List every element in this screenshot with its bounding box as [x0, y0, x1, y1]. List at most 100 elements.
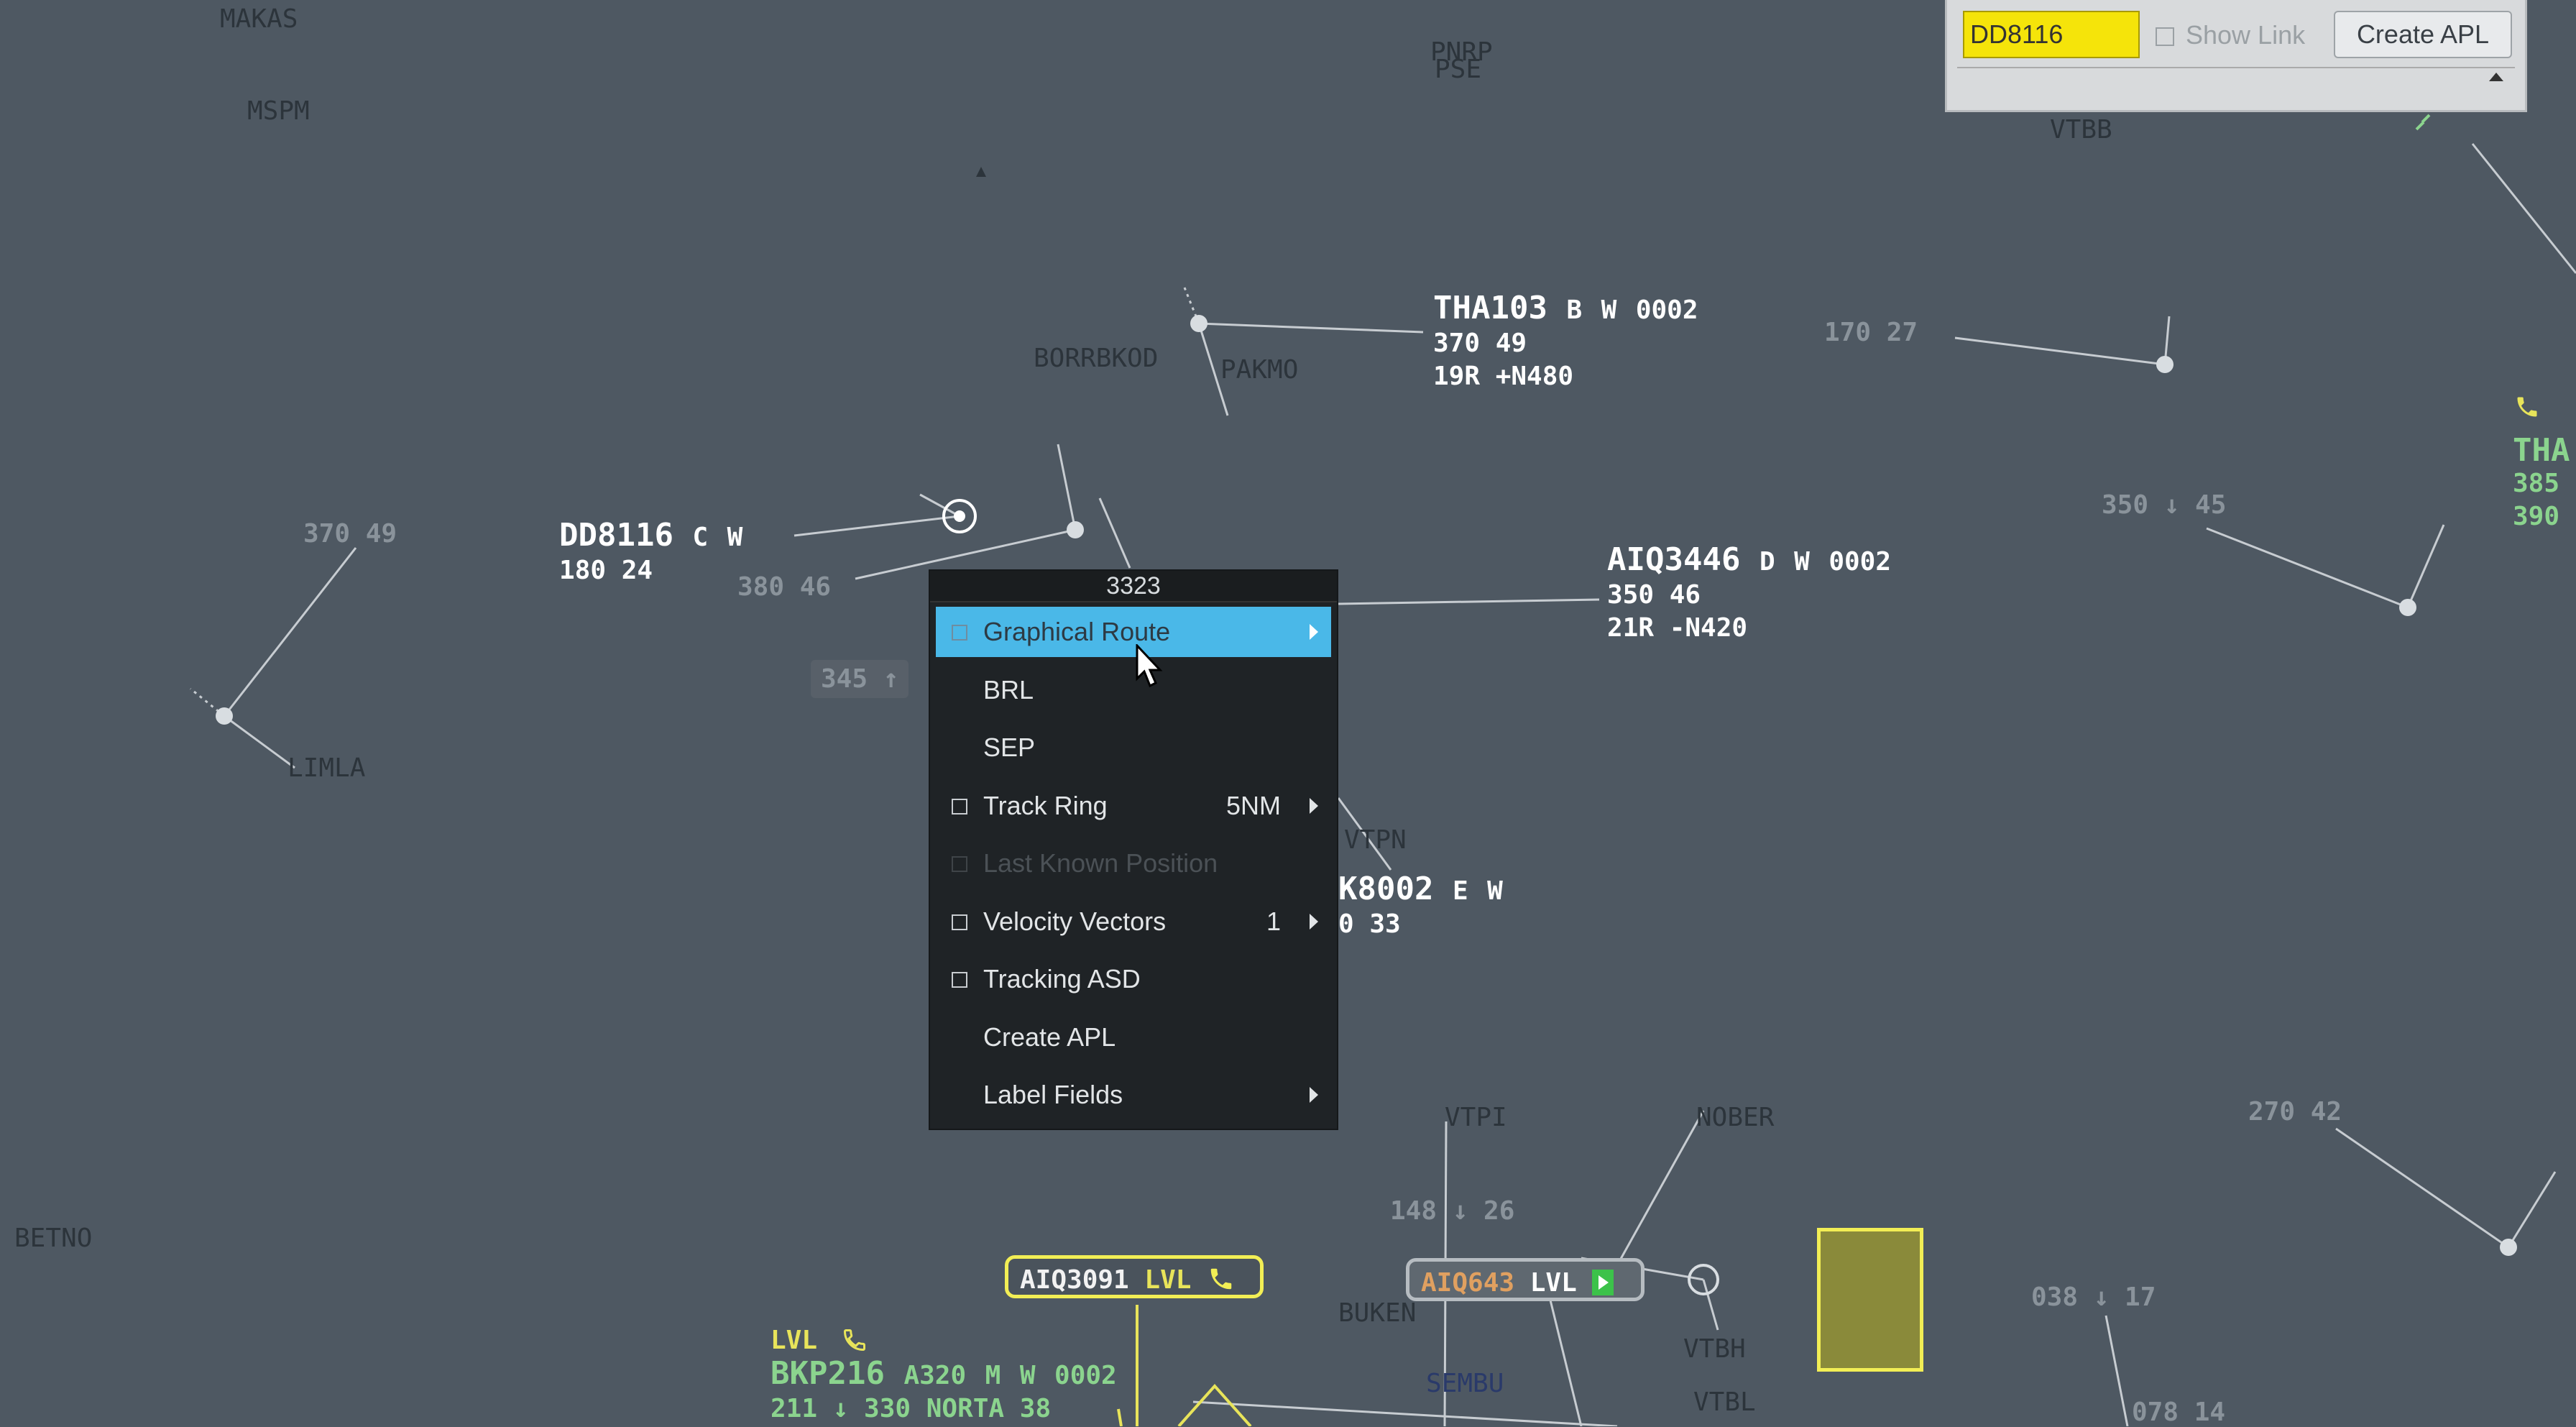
track-category: D	[1759, 547, 1775, 577]
radar-scope[interactable]: MAKAS MSPM BORRBKOD PAKMO LIMLA VTPN BET…	[0, 0, 2576, 1427]
tag-status: LVL	[1144, 1265, 1192, 1295]
waypoint-pakmo[interactable]: PAKMO	[1220, 355, 1298, 385]
track-route-info: 21R -N420	[1607, 613, 1748, 643]
context-menu[interactable]: 3323 Graphical Route BRL SEP Track Ring 5NM L…	[929, 569, 1338, 1130]
checkbox-icon	[2156, 27, 2174, 46]
waypoint-vtbb[interactable]: VTBB	[2050, 115, 2112, 144]
tag-status: LVL	[1530, 1268, 1577, 1298]
waypoint-buken[interactable]: BUKEN	[1338, 1298, 1416, 1328]
menu-item-brl[interactable]: BRL	[936, 665, 1331, 715]
track-label-dim[interactable]: 038 ↓ 17	[2031, 1283, 2156, 1312]
track-callsign: DD8116	[559, 517, 673, 554]
arrow-cursor-icon	[1136, 644, 1163, 688]
waypoint-limla[interactable]: LIMLA	[288, 753, 365, 783]
track-tag-aiq643[interactable]: AIQ643 LVL	[1406, 1258, 1644, 1301]
track-level-speed: 0 33	[1338, 909, 1401, 939]
menu-item-tracking-asd[interactable]: Tracking ASD	[936, 954, 1331, 1004]
submenu-arrow-icon	[1310, 624, 1318, 640]
menu-item-velocity-vectors[interactable]: Velocity Vectors 1	[936, 896, 1331, 947]
menu-item-label: Last Known Position	[983, 848, 1218, 878]
checkbox-icon	[952, 625, 967, 641]
show-link-label: Show Link	[2186, 20, 2306, 50]
menu-item-label: BRL	[983, 674, 1034, 705]
track-label-dim[interactable]: 148 ↓ 26	[1390, 1196, 1514, 1226]
track-label-dim[interactable]: 170 27	[1824, 318, 1918, 347]
create-apl-button[interactable]: Create APL	[2334, 11, 2512, 58]
track-level-speed: 270 42	[2248, 1097, 2342, 1127]
waypoint-vtpn[interactable]: VTPN	[1344, 825, 1407, 855]
track-label-dim[interactable]: 345 ↑	[811, 660, 909, 698]
waypoint-label: BUKEN	[1338, 1298, 1417, 1328]
track-callsign: AIQ3446	[1607, 541, 1741, 578]
waypoint-label: BORRBKOD	[1034, 344, 1159, 373]
waypoint-label: BETNO	[14, 1224, 93, 1253]
track-status: LVL	[770, 1326, 818, 1355]
menu-item-graphical-route[interactable]: Graphical Route	[936, 607, 1331, 657]
waypoint-label: VTBL	[1693, 1387, 1756, 1417]
submenu-arrow-icon	[1310, 1087, 1318, 1103]
panel-scrollbar[interactable]	[1957, 67, 2515, 87]
show-link-checkbox[interactable]: Show Link	[2156, 14, 2305, 57]
tag-callsign: AIQ643	[1421, 1268, 1515, 1298]
track-category: E	[1452, 876, 1468, 906]
waypoint-betno[interactable]: BETNO	[14, 1224, 92, 1253]
track-callsign: BKP216	[770, 1355, 885, 1392]
menu-item-label-fields[interactable]: Label Fields	[936, 1070, 1331, 1120]
track-tag-aiq3091[interactable]: AIQ3091 LVL	[1005, 1255, 1264, 1298]
waypoint-label: MAKAS	[220, 4, 298, 34]
phone-icon	[1210, 1268, 1232, 1290]
waypoint-label: VTBH	[1683, 1334, 1746, 1364]
track-route-info: 211 ↓ 330 NORTA 38	[770, 1394, 1052, 1423]
waypoint-label: MSPM	[247, 96, 310, 126]
menu-item-label: Track Ring	[983, 790, 1108, 820]
track-callsign: THA103	[1433, 290, 1547, 326]
waypoint-mspm[interactable]: MSPM	[247, 96, 310, 126]
submenu-arrow-icon	[1310, 913, 1318, 930]
track-label-dim[interactable]: 380 46	[737, 572, 831, 602]
track-label-bkp216[interactable]: LVL BKP216 A320 M W 0002 211 ↓ 330 NORTA…	[770, 1324, 1117, 1426]
track-label-tha103[interactable]: THA103 B W 0002 370 49 19R +N480	[1433, 292, 1698, 393]
callsign-input[interactable]	[1963, 11, 2140, 58]
waypoint-nober[interactable]: NOBER	[1696, 1103, 1774, 1132]
track-level-speed: 350 46	[1607, 580, 1701, 610]
waypoint-pse[interactable]: PSE	[1435, 55, 1481, 84]
track-level-speed: 350 ↓ 45	[2102, 490, 2227, 520]
phone-icon	[2517, 397, 2537, 417]
menu-item-label: Tracking ASD	[983, 964, 1141, 994]
play-icon	[1592, 1270, 1614, 1295]
menu-item-value: 1	[1266, 906, 1281, 936]
submenu-arrow-icon	[1310, 797, 1318, 814]
menu-title: 3323	[930, 571, 1337, 602]
track-level-speed: 370 49	[1433, 329, 1527, 358]
waypoint-vtbl[interactable]: VTBL	[1693, 1387, 1756, 1417]
menu-item-last-known-position: Last Known Position	[936, 838, 1331, 889]
track-label-dim[interactable]: 350 ↓ 45	[2102, 490, 2226, 520]
track-level-speed: 078 14	[2132, 1398, 2226, 1427]
track-label-dd8116[interactable]: DD8116 C W 180 24	[559, 519, 742, 587]
track-label-aiq3446[interactable]: AIQ3446 D W 0002 350 46 21R -N420	[1607, 543, 1891, 645]
scroll-up-icon[interactable]	[2489, 73, 2503, 81]
track-label-dim[interactable]: 078 14	[2132, 1398, 2225, 1427]
track-squawk: 0002	[1828, 547, 1892, 577]
menu-item-sep[interactable]: SEP	[936, 722, 1331, 773]
track-label-dim[interactable]: 370 49	[303, 519, 397, 549]
waypoint-vtpi[interactable]: VTPI	[1445, 1103, 1507, 1132]
track-wake: W	[1794, 547, 1810, 577]
track-level-speed: 345 ↑	[821, 664, 899, 694]
track-label-tha-partial[interactable]: THA 385 390	[2513, 397, 2570, 533]
track-route-info: 19R +N480	[1433, 362, 1574, 391]
waypoint-borbkod[interactable]: BORRBKOD	[1034, 344, 1158, 373]
menu-item-track-ring[interactable]: Track Ring 5NM	[936, 781, 1331, 831]
waypoint-label: VTPN	[1344, 825, 1407, 855]
waypoint-label: PSE	[1435, 55, 1482, 84]
waypoint-sembu[interactable]: SEMBU	[1426, 1369, 1504, 1398]
track-label-dim[interactable]: 270 42	[2248, 1097, 2342, 1127]
waypoint-vtbh[interactable]: VTBH	[1683, 1334, 1746, 1364]
track-category: M	[985, 1361, 1001, 1390]
menu-item-create-apl[interactable]: Create APL	[936, 1012, 1331, 1063]
track-level-speed: 380 46	[737, 572, 832, 602]
waypoint-makas[interactable]: MAKAS	[220, 4, 298, 34]
track-label-k8002[interactable]: K8002 E W 0 33	[1338, 873, 1503, 941]
track-wake: W	[1019, 1361, 1036, 1390]
waypoint-label: LIMLA	[288, 753, 366, 783]
